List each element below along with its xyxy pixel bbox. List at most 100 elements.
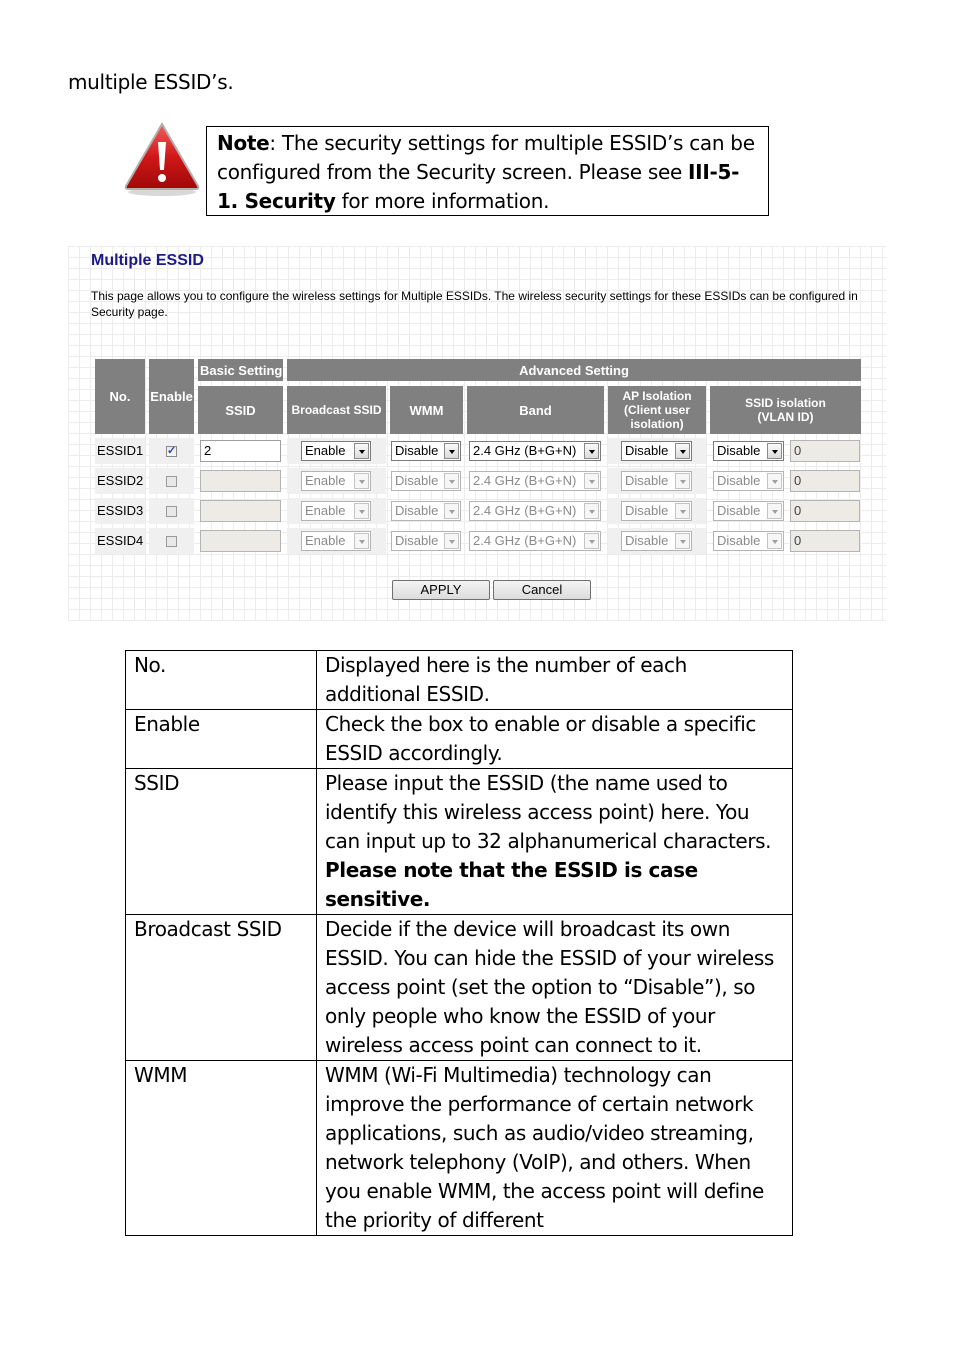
chevron-down-icon xyxy=(675,473,690,489)
header-ssid-isolation-line1: SSID isolation xyxy=(745,396,826,410)
band-value: 2.4 GHz (B+G+N) xyxy=(473,473,577,488)
header-ssid: SSID xyxy=(198,386,283,434)
chevron-down-icon xyxy=(444,533,459,549)
header-no: No. xyxy=(95,359,145,434)
band-select[interactable]: 2.4 GHz (B+G+N) xyxy=(469,531,601,551)
wmm-select[interactable]: Disable xyxy=(391,501,461,521)
wmm-value: Disable xyxy=(395,473,439,488)
chevron-down-icon xyxy=(354,533,369,549)
wmm-select[interactable]: Disable xyxy=(391,531,461,551)
wmm-value: Disable xyxy=(395,443,439,458)
row-number: ESSID1 xyxy=(97,443,144,458)
chevron-down-icon xyxy=(584,503,599,519)
band-select[interactable]: 2.4 GHz (B+G+N) xyxy=(469,471,601,491)
enable-checkbox[interactable] xyxy=(166,476,177,487)
ssid-isolation-select[interactable]: Disable xyxy=(713,471,784,491)
chevron-down-icon xyxy=(444,443,459,459)
enable-checkbox[interactable] xyxy=(166,536,177,547)
definition-text: Decide if the device will broadcast its … xyxy=(325,917,774,1057)
description-row: No. Displayed here is the number of each … xyxy=(125,650,793,710)
ssid-input[interactable] xyxy=(200,530,281,552)
multiple-essid-panel: Multiple ESSID This page allows you to c… xyxy=(68,246,886,621)
description-term: Enable xyxy=(125,709,317,769)
header-ap-isolation-line3: isolation) xyxy=(630,417,684,431)
vlan-id-input[interactable]: 0 xyxy=(790,500,860,522)
ap-isolation-select[interactable]: Disable xyxy=(621,531,692,551)
description-row: SSID Please input the ESSID (the name use… xyxy=(125,768,793,915)
note-text: : The security settings for multiple ESS… xyxy=(217,131,755,184)
ssid-input[interactable] xyxy=(200,470,281,492)
description-row: Broadcast SSID Decide if the device will … xyxy=(125,914,793,1061)
row-number: ESSID3 xyxy=(97,503,144,518)
note-box: Note: The security settings for multiple… xyxy=(206,126,769,216)
chevron-down-icon xyxy=(675,443,690,459)
band-select[interactable]: 2.4 GHz (B+G+N) xyxy=(469,501,601,521)
ap-isolation-value: Disable xyxy=(625,473,669,488)
header-enable: Enable xyxy=(149,359,194,434)
apply-button[interactable]: APPLY xyxy=(392,580,490,600)
band-select[interactable]: 2.4 GHz (B+G+N) xyxy=(469,441,601,461)
ssid-isolation-value: Disable xyxy=(717,503,761,518)
wmm-value: Disable xyxy=(395,533,439,548)
description-row: WMM WMM (Wi-Fi Multimedia) technology can… xyxy=(125,1060,793,1236)
header-broadcast-ssid: Broadcast SSID xyxy=(287,386,386,434)
header-ssid-isolation: SSID isolation (VLAN ID) xyxy=(710,386,861,434)
ssid-input[interactable]: 2 xyxy=(200,440,281,462)
ssid-isolation-select[interactable]: Disable xyxy=(713,531,784,551)
description-definition: Decide if the device will broadcast its … xyxy=(316,914,793,1061)
ssid-isolation-select[interactable]: Disable xyxy=(713,501,784,521)
definition-text: Displayed here is the number of each add… xyxy=(325,653,687,706)
header-ssid-isolation-line2: (VLAN ID) xyxy=(757,410,814,424)
header-basic-setting: Basic Setting xyxy=(198,359,283,381)
vlan-id-input[interactable]: 0 xyxy=(790,530,860,552)
chevron-down-icon xyxy=(354,443,369,459)
description-term: SSID xyxy=(125,768,317,915)
ap-isolation-value: Disable xyxy=(625,503,669,518)
description-definition: Displayed here is the number of each add… xyxy=(316,650,793,710)
header-ap-isolation: AP Isolation (Client user isolation) xyxy=(608,386,706,434)
chevron-down-icon xyxy=(444,473,459,489)
broadcast-ssid-value: Enable xyxy=(305,473,346,488)
header-ap-isolation-line1: AP Isolation xyxy=(622,389,692,403)
chevron-down-icon xyxy=(767,443,782,459)
broadcast-ssid-select[interactable]: Enable xyxy=(301,441,371,461)
ap-isolation-select[interactable]: Disable xyxy=(621,441,692,461)
panel-description: This page allows you to configure the wi… xyxy=(91,289,858,319)
ssid-input[interactable] xyxy=(200,500,281,522)
ap-isolation-select[interactable]: Disable xyxy=(621,471,692,491)
description-term: Broadcast SSID xyxy=(125,914,317,1061)
broadcast-ssid-select[interactable]: Enable xyxy=(301,471,371,491)
ssid-isolation-select[interactable]: Disable xyxy=(713,441,784,461)
row-number: ESSID2 xyxy=(97,473,144,488)
chevron-down-icon xyxy=(584,533,599,549)
chevron-down-icon xyxy=(767,503,782,519)
row-number: ESSID4 xyxy=(97,533,144,548)
note-text-end: for more information. xyxy=(335,189,550,213)
broadcast-ssid-select[interactable]: Enable xyxy=(301,501,371,521)
cancel-button[interactable]: Cancel xyxy=(493,580,591,600)
header-advanced-setting: Advanced Setting xyxy=(287,359,861,381)
enable-checkbox[interactable] xyxy=(166,444,177,457)
vlan-id-input[interactable]: 0 xyxy=(790,470,860,492)
description-term: WMM xyxy=(125,1060,317,1236)
description-row: Enable Check the box to enable or disable… xyxy=(125,709,793,769)
definition-text: Check the box to enable or disable a spe… xyxy=(325,712,756,765)
definition-text: Please input the ESSID (the name used to… xyxy=(325,771,772,853)
enable-checkbox[interactable] xyxy=(166,506,177,517)
header-band: Band xyxy=(467,386,604,434)
header-ap-isolation-line2: (Client user xyxy=(623,403,690,417)
ap-isolation-select[interactable]: Disable xyxy=(621,501,692,521)
vlan-id-input[interactable]: 0 xyxy=(790,440,860,462)
broadcast-ssid-select[interactable]: Enable xyxy=(301,531,371,551)
definition-emphasis: Please note that the ESSID is case sensi… xyxy=(325,858,698,911)
chevron-down-icon xyxy=(354,473,369,489)
description-definition: WMM (Wi-Fi Multimedia) technology can im… xyxy=(316,1060,793,1236)
note-label: Note xyxy=(217,131,270,155)
broadcast-ssid-value: Enable xyxy=(305,503,346,518)
chevron-down-icon xyxy=(675,533,690,549)
wmm-select[interactable]: Disable xyxy=(391,471,461,491)
header-wmm: WMM xyxy=(390,386,463,434)
description-table: No. Displayed here is the number of each … xyxy=(125,650,793,1236)
wmm-select[interactable]: Disable xyxy=(391,441,461,461)
ap-isolation-value: Disable xyxy=(625,533,669,548)
